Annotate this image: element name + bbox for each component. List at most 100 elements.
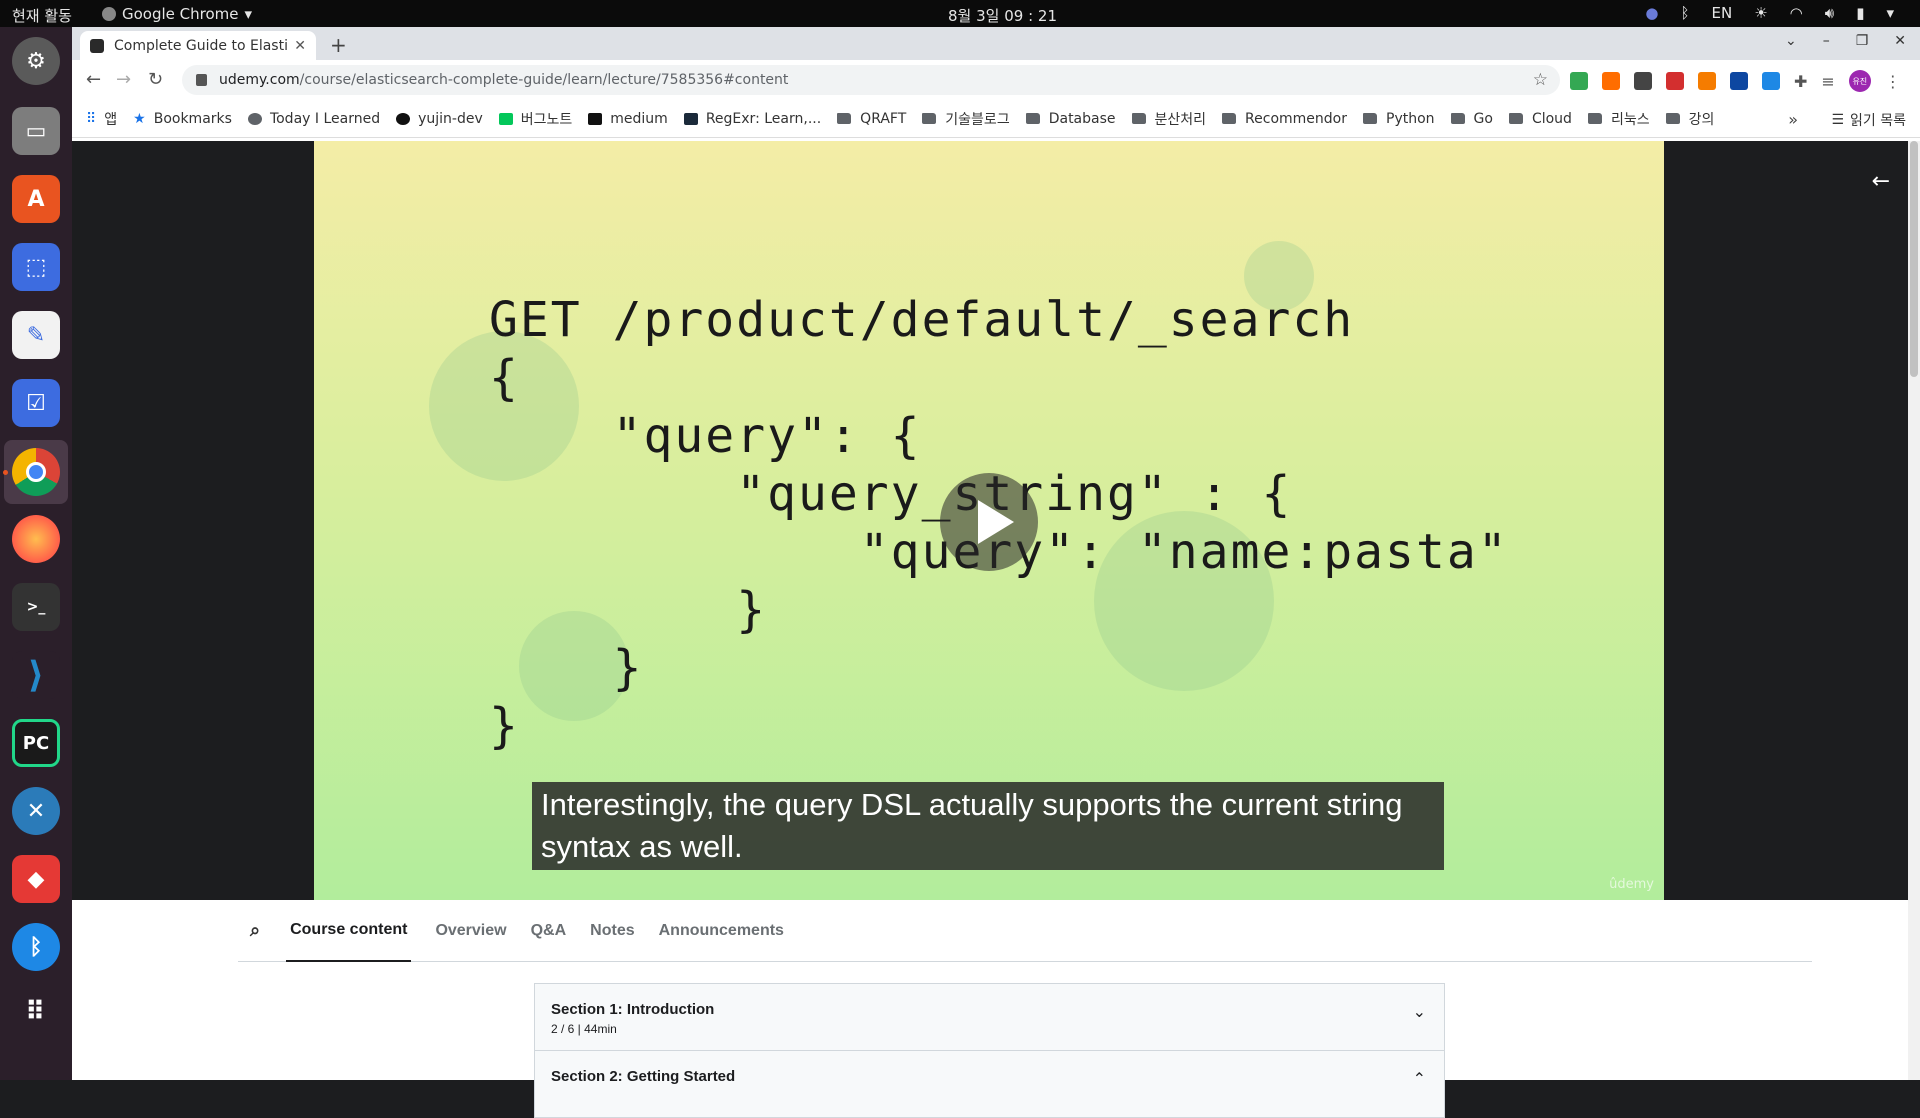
bookmark-folder[interactable]: Python [1363, 111, 1435, 127]
close-window-icon[interactable]: ✕ [1894, 33, 1906, 49]
browser-tab[interactable]: Complete Guide to Elastic ✕ [80, 31, 316, 60]
remote-desktop-icon[interactable]: ✕ [12, 787, 60, 835]
bookmark-folder[interactable]: Database [1025, 111, 1116, 127]
tasks-app-icon[interactable]: ☑ [12, 379, 60, 427]
course-tabs: ⌕ Course content Overview Q&A Notes Anno… [238, 900, 1812, 962]
brightness-icon[interactable]: ☀ [1754, 4, 1767, 22]
running-indicator [3, 470, 8, 475]
bookmark-folder[interactable]: QRAFT [837, 111, 906, 127]
files-app-icon[interactable]: ▭ [12, 107, 60, 155]
media-control-icon[interactable]: ≡ [1821, 72, 1834, 91]
battery-icon[interactable]: ▮ [1856, 4, 1864, 22]
extension-icon[interactable] [1698, 72, 1716, 90]
scrollbar-thumb[interactable] [1910, 141, 1918, 377]
lock-icon[interactable] [196, 74, 207, 86]
tab-qa[interactable]: Q&A [531, 900, 567, 962]
bookmark-folder[interactable]: 분산처리 [1131, 109, 1207, 129]
video-caption: Interestingly, the query DSL actually su… [532, 782, 1444, 870]
extensions-puzzle-icon[interactable]: ✚ [1794, 72, 1807, 91]
extension-icon[interactable] [1634, 72, 1652, 90]
bookmark-folder[interactable]: 기술블로그 [922, 109, 1010, 129]
tab-search-icon[interactable]: ⌄ [1785, 33, 1797, 49]
software-app-icon[interactable]: A [12, 175, 60, 223]
settings-app-icon[interactable]: ⚙ [12, 37, 60, 85]
close-tab-icon[interactable]: ✕ [294, 38, 306, 54]
screenshot-app-icon[interactable]: ⬚ [12, 243, 60, 291]
address-bar[interactable]: udemy.com/course/elasticsearch-complete-… [182, 65, 1560, 95]
bookmark-label: 버그노트 [520, 111, 573, 128]
tab-notes[interactable]: Notes [590, 900, 634, 962]
bookmark-item[interactable]: 버그노트 [498, 109, 573, 129]
firefox-app-icon[interactable] [12, 515, 60, 563]
back-icon[interactable]: ← [86, 69, 101, 90]
more-bookmarks-icon[interactable]: » [1788, 110, 1798, 129]
bookmark-star-icon[interactable]: ☆ [1533, 70, 1548, 90]
chevron-up-icon[interactable]: ⌃ [1413, 1069, 1426, 1089]
pycharm-app-icon[interactable]: PC [12, 719, 60, 767]
bookmark-item[interactable]: Today I Learned [247, 111, 380, 127]
show-apps-icon[interactable]: ⠿ [12, 997, 60, 1027]
caret-down-icon: ▾ [244, 5, 253, 23]
wifi-icon[interactable]: ◠ [1790, 4, 1803, 22]
star-icon: ★ [133, 110, 146, 127]
folder-icon [1587, 113, 1602, 124]
section-item[interactable]: Section 2: Getting Started ⌃ [534, 1050, 1445, 1118]
tab-overview[interactable]: Overview [435, 900, 506, 962]
section-title: Section 1: Introduction [551, 1001, 715, 1018]
chrome-app-icon[interactable] [12, 448, 60, 496]
bookmark-item[interactable]: yujin-dev [396, 111, 483, 127]
bookmark-label: 분산처리 [1154, 111, 1207, 128]
play-icon[interactable] [940, 473, 1038, 571]
folder-icon [837, 113, 852, 124]
team-icon[interactable]: ● [1645, 4, 1658, 22]
bookmark-folder[interactable]: Recommendor [1222, 111, 1347, 127]
reading-list-button[interactable]: ☰ 읽기 목록 [1831, 110, 1906, 130]
bookmark-item[interactable]: ★ Bookmarks [133, 111, 232, 127]
clock[interactable]: 8월 3일 09 : 21 [948, 5, 1057, 26]
chrome-menu-icon[interactable]: ⋮ [1885, 72, 1901, 91]
folder-icon [1131, 113, 1146, 124]
bookmark-folder[interactable]: 강의 [1665, 109, 1714, 129]
reload-icon[interactable]: ↻ [148, 69, 163, 90]
activities-button[interactable]: 현재 활동 [12, 5, 72, 26]
extension-icon[interactable] [1666, 72, 1684, 90]
bookmark-item[interactable]: medium [588, 111, 668, 127]
text-editor-icon[interactable]: ✎ [12, 311, 60, 359]
profile-avatar[interactable]: 유진 [1848, 70, 1871, 92]
extensions-area: ✚ ≡ 유진 ⋮ [1570, 70, 1901, 92]
bookmark-folder[interactable]: Go [1450, 111, 1493, 127]
chevron-down-icon[interactable]: ⌄ [1413, 1002, 1426, 1022]
bookmark-item[interactable]: RegExr: Learn,... [683, 111, 821, 127]
section-item[interactable]: Section 1: Introduction 2 / 6 | 44min ⌄ [534, 983, 1445, 1051]
minimize-icon[interactable]: – [1823, 33, 1830, 49]
bookmark-label: Cloud [1531, 110, 1572, 127]
bookmark-folder[interactable]: Cloud [1508, 110, 1572, 127]
vscode-app-icon[interactable]: ⟩ [12, 651, 60, 699]
page-scrollbar[interactable] [1908, 141, 1920, 1080]
folder-icon [1508, 113, 1523, 124]
new-tab-icon[interactable]: + [330, 33, 347, 57]
volume-icon[interactable]: 🔊︎ [1825, 4, 1834, 22]
input-language[interactable]: EN [1712, 4, 1733, 22]
anydesk-app-icon[interactable]: ◆ [12, 855, 60, 903]
restore-icon[interactable]: ❐ [1856, 33, 1869, 49]
tab-announcements[interactable]: Announcements [659, 900, 784, 962]
bluetooth-app-icon[interactable]: ᛒ [12, 923, 60, 971]
extension-icon[interactable] [1762, 72, 1780, 90]
extension-icon[interactable] [1570, 72, 1588, 90]
arrow-left-icon[interactable]: ← [1872, 169, 1890, 194]
terminal-app-icon[interactable]: >_ [12, 583, 60, 631]
bluetooth-icon[interactable]: ᛒ [1680, 4, 1689, 22]
forward-icon[interactable]: → [116, 69, 131, 90]
power-menu-icon[interactable]: ▾ [1886, 4, 1894, 22]
tab-course-content[interactable]: Course content [286, 900, 412, 962]
bookmark-folder[interactable]: 리눅스 [1587, 109, 1650, 129]
extension-icon[interactable] [1602, 72, 1620, 90]
bookmark-apps[interactable]: ⠿ 앱 [86, 109, 117, 129]
video-player[interactable]: GET /product/default/_search{ "query": {… [314, 141, 1664, 900]
system-tray[interactable]: ● ᛒ EN ☀ ◠ 🔊︎ ▮ ▾ [1645, 4, 1894, 22]
tab-strip: Complete Guide to Elastic ✕ + ⌄ – ❐ ✕ [72, 27, 1920, 60]
app-menu[interactable]: Google Chrome ▾ [102, 5, 252, 23]
search-icon[interactable]: ⌕ [250, 920, 260, 941]
extension-icon[interactable] [1730, 72, 1748, 90]
